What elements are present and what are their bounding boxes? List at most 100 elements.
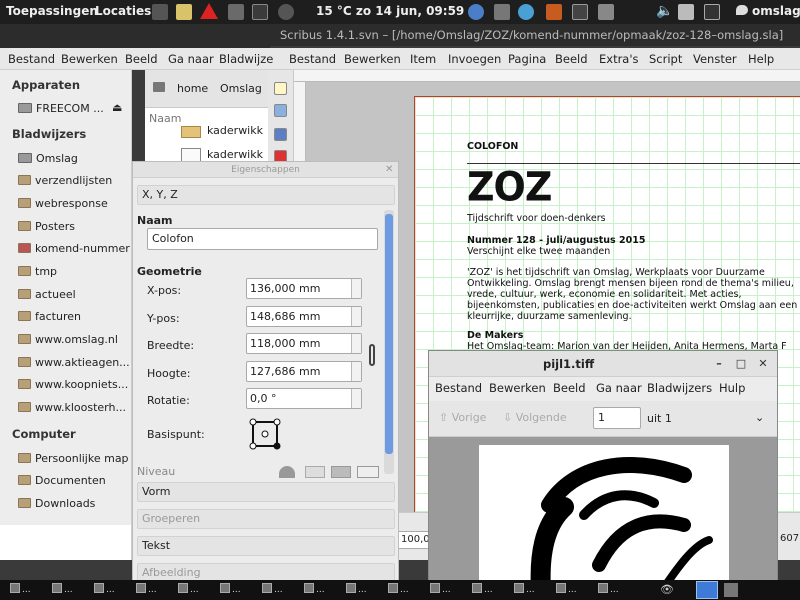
task-button[interactable]: ... xyxy=(220,583,262,597)
place-downloads[interactable]: Downloads xyxy=(18,497,95,510)
level-top-icon[interactable] xyxy=(357,466,379,478)
clock[interactable]: 15 °C zo 14 jun, 09:59 xyxy=(316,4,464,18)
bookmark-facturen[interactable]: facturen xyxy=(18,310,81,323)
minimize-icon[interactable]: – xyxy=(711,357,727,371)
filemanager-titlebar[interactable] xyxy=(0,24,270,48)
bookmark-aktieagenda[interactable]: www.aktieagen... xyxy=(18,356,130,369)
fm-menu-view[interactable]: Beeld xyxy=(125,52,158,66)
viewer-menu-edit[interactable]: Bewerken xyxy=(489,381,546,395)
file-item[interactable]: kaderwikk xyxy=(207,148,263,161)
task-button[interactable]: ... xyxy=(346,583,388,597)
app2-icon[interactable] xyxy=(546,4,562,20)
menu-window[interactable]: Venster xyxy=(693,52,737,66)
menu-script[interactable]: Script xyxy=(649,52,682,66)
task-button[interactable]: ... xyxy=(262,583,304,597)
places-menu[interactable]: Locaties xyxy=(95,4,151,18)
bookmark-kloosterh[interactable]: www.kloosterh... xyxy=(18,401,126,414)
notes-icon[interactable] xyxy=(176,4,192,20)
close-icon[interactable]: ✕ xyxy=(385,164,393,175)
network-icon[interactable] xyxy=(678,4,694,20)
viewer-menu-help[interactable]: Hulp xyxy=(719,381,745,395)
spin-arrows-icon[interactable] xyxy=(351,279,361,298)
viewer-titlebar[interactable]: pijl1.tiff – □ ✕ xyxy=(429,351,777,377)
rotation-field[interactable]: 0,0 ° xyxy=(246,388,362,409)
basepoint-selector[interactable] xyxy=(249,418,281,450)
height-field[interactable]: 127,686 mm xyxy=(246,361,362,382)
volume-icon[interactable]: 🔈 xyxy=(656,3,673,19)
maximize-icon[interactable]: □ xyxy=(733,357,749,371)
task-button[interactable]: ... xyxy=(472,583,514,597)
task-button[interactable]: ... xyxy=(136,583,178,597)
menu-file[interactable]: Bestand xyxy=(289,52,336,66)
viewer-menu-file[interactable]: Bestand xyxy=(435,381,482,395)
warning-icon[interactable] xyxy=(200,3,218,19)
feather-icon[interactable] xyxy=(228,4,244,20)
menu-help[interactable]: Help xyxy=(748,52,774,66)
level-down-icon[interactable] xyxy=(305,466,325,478)
display-icon[interactable] xyxy=(252,4,268,20)
tab-shape[interactable]: Vorm xyxy=(137,482,395,502)
tagline[interactable]: Tijdschrift voor doen-denkers xyxy=(467,213,606,224)
fm-menu-edit[interactable]: Bewerken xyxy=(61,52,118,66)
close-icon[interactable]: ✕ xyxy=(755,357,771,371)
window-icon[interactable] xyxy=(572,4,588,20)
fm-menu-bookmarks[interactable]: Bladwijze xyxy=(219,52,273,66)
list-header-name[interactable]: Naam xyxy=(149,112,181,125)
chevron-down-icon[interactable]: ⌄ xyxy=(755,411,764,424)
issue-frequency[interactable]: Verschijnt elke twee maanden xyxy=(467,246,610,257)
task-button[interactable]: ... xyxy=(10,583,52,597)
viewer-document-area[interactable] xyxy=(429,437,777,581)
place-home[interactable]: Persoonlijke map xyxy=(18,452,129,465)
colofon-heading[interactable]: COLOFON xyxy=(467,141,518,152)
file-item[interactable]: kaderwikk xyxy=(207,124,263,137)
open-icon[interactable] xyxy=(274,104,287,117)
path-home[interactable]: home xyxy=(177,82,208,95)
spin-arrows-icon[interactable] xyxy=(351,334,361,353)
next-button[interactable]: ⇩ Volgende xyxy=(503,411,567,424)
task-button[interactable]: ... xyxy=(598,583,640,597)
body-line[interactable]: kleurrijke, duurzame samenleving. xyxy=(467,311,632,322)
page-number-input[interactable]: 1 xyxy=(593,407,641,429)
task-button[interactable]: ... xyxy=(556,583,598,597)
workspace-switcher-icon[interactable] xyxy=(696,581,718,599)
bookmark-koopniets[interactable]: www.koopniets... xyxy=(18,378,128,391)
trash-icon[interactable] xyxy=(724,583,738,597)
editor-icon[interactable] xyxy=(704,4,720,20)
place-documents[interactable]: Documenten xyxy=(18,474,106,487)
bookmark-actueel[interactable]: actueel xyxy=(18,288,76,301)
spin-arrows-icon[interactable] xyxy=(351,307,361,326)
viewer-menu-bookmarks[interactable]: Bladwijzers xyxy=(647,381,712,395)
chat-icon[interactable] xyxy=(736,5,748,15)
viewer-menu-view[interactable]: Beeld xyxy=(553,381,586,395)
fm-menu-go[interactable]: Ga naar xyxy=(168,52,214,66)
tab-text[interactable]: Tekst xyxy=(137,536,395,556)
properties-scroll-thumb[interactable] xyxy=(385,214,393,454)
browser-icon[interactable] xyxy=(468,4,484,20)
menu-page[interactable]: Pagina xyxy=(508,52,546,66)
menu-extras[interactable]: Extra's xyxy=(599,52,639,66)
width-field[interactable]: 118,000 mm xyxy=(246,333,362,354)
app-icon[interactable] xyxy=(494,4,510,20)
level-icon[interactable] xyxy=(279,466,295,478)
scribus-titlebar[interactable]: Scribus 1.4.1.svn – [/home/Omslag/ZOZ/ko… xyxy=(270,24,800,46)
eject-icon[interactable]: ⏏ xyxy=(112,101,122,114)
tool-icon[interactable] xyxy=(598,4,614,20)
properties-title[interactable]: Eigenschappen xyxy=(133,162,398,178)
spin-arrows-icon[interactable] xyxy=(351,389,361,408)
bookmark-webresponse[interactable]: webresponse xyxy=(18,197,108,210)
bookmark-posters[interactable]: Posters xyxy=(18,220,75,233)
previous-button[interactable]: ⇧ Vorige xyxy=(439,411,486,424)
menu-view[interactable]: Beeld xyxy=(555,52,588,66)
user-menu[interactable]: omslag xyxy=(752,4,800,18)
device-freecom[interactable]: FREECOM ... xyxy=(18,102,104,115)
new-document-icon[interactable] xyxy=(274,82,287,95)
name-input[interactable]: Colofon xyxy=(147,228,378,250)
ypos-field[interactable]: 148,686 mm xyxy=(246,306,362,327)
task-button[interactable]: ... xyxy=(94,583,136,597)
menu-insert[interactable]: Invoegen xyxy=(448,52,501,66)
menu-edit[interactable]: Bewerken xyxy=(344,52,401,66)
settings-icon[interactable] xyxy=(278,4,294,20)
issue-number[interactable]: Nummer 128 - juli/augustus 2015 xyxy=(467,235,645,246)
menu-item[interactable]: Item xyxy=(410,52,436,66)
chain-link-icon[interactable] xyxy=(369,344,375,366)
